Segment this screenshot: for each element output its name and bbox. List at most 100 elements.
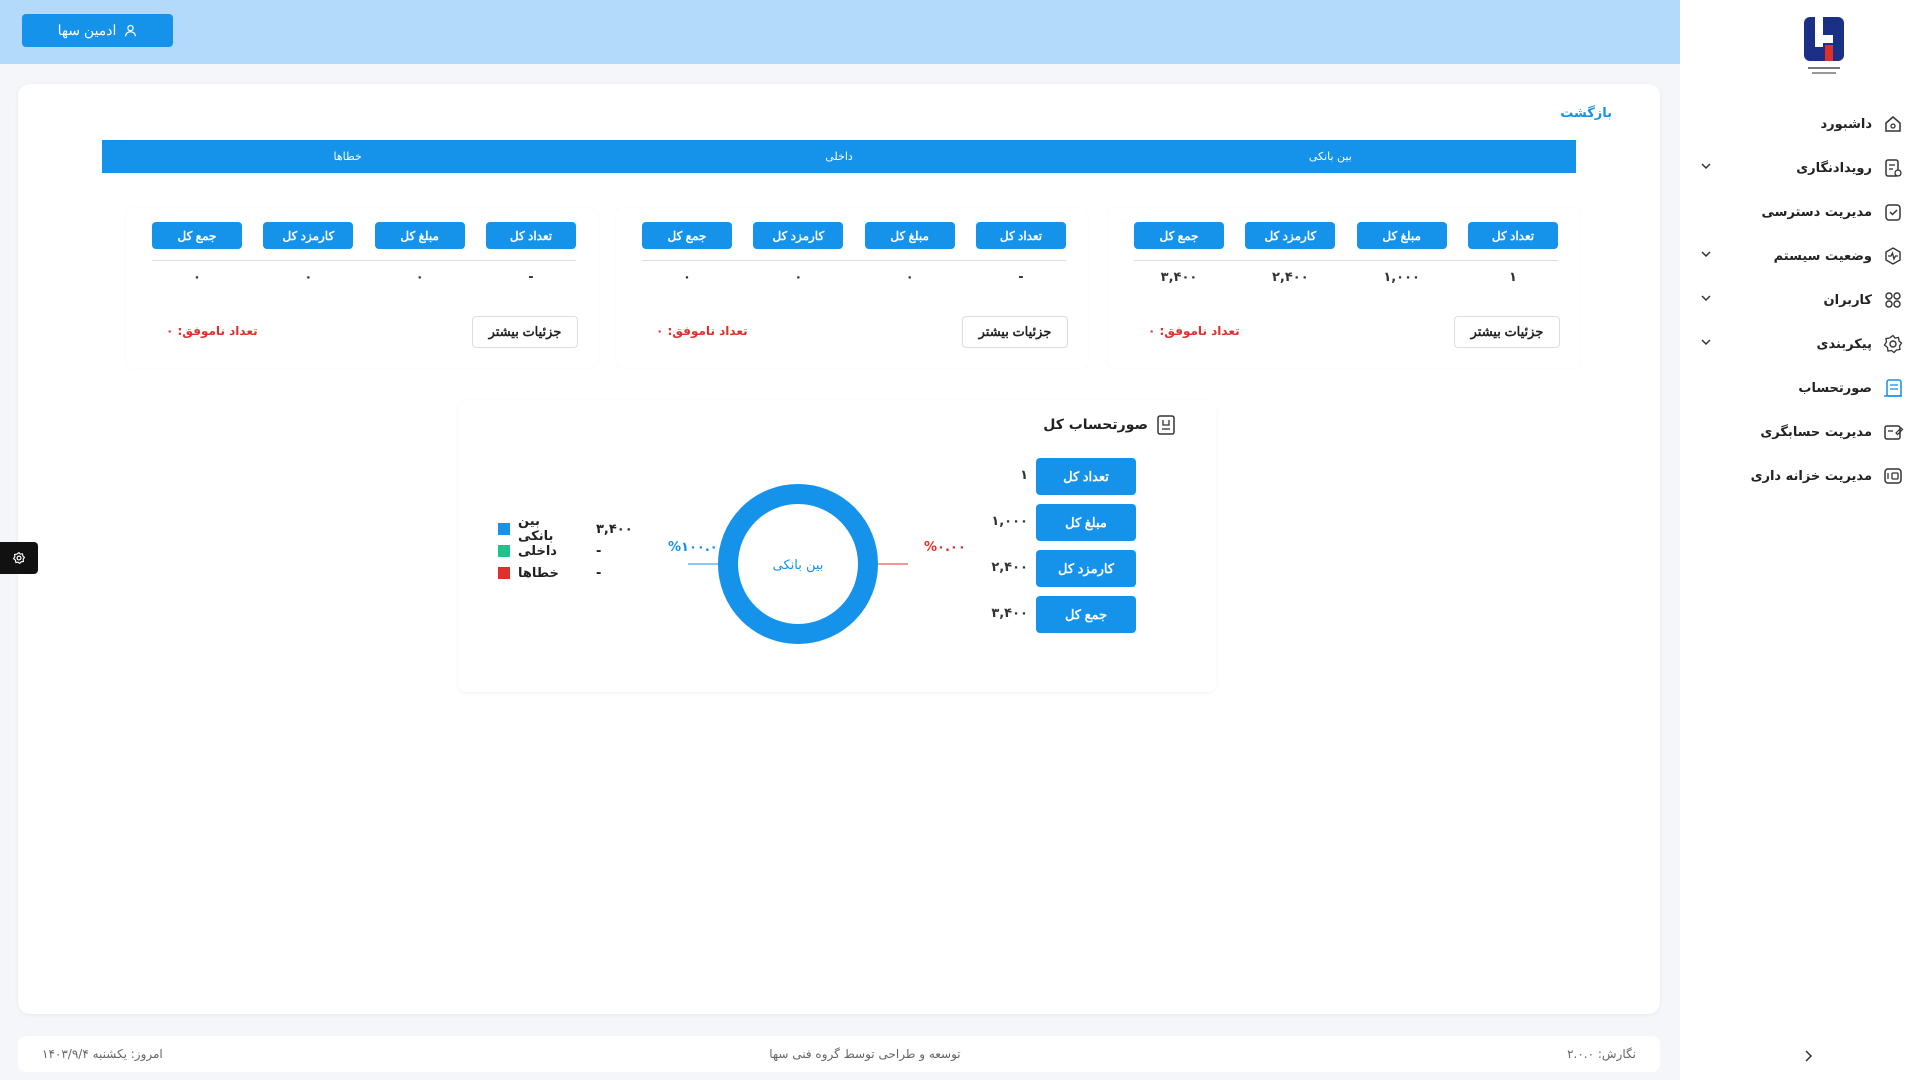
footer-date: امروز: یکشنبه ۱۴۰۳/۹/۴: [42, 1047, 163, 1061]
total-fee-value: ۲,۴۰۰: [1271, 270, 1309, 285]
total-count-value: ۱: [1509, 270, 1517, 285]
chevron-right-icon[interactable]: [1800, 1048, 1816, 1064]
edit-card-icon: [1884, 425, 1904, 440]
total-amount-value: ۰: [415, 270, 424, 285]
sidebar-item-users[interactable]: کاربران: [1680, 278, 1920, 322]
total-amount-button[interactable]: مبلغ کل: [374, 222, 465, 249]
legend-label: بین بانکی: [518, 514, 554, 544]
summary-row: تعداد کل: [1036, 458, 1136, 495]
total-count-button[interactable]: تعداد کل: [975, 222, 1066, 249]
chevron-down-icon: [1701, 163, 1711, 170]
total-amount-button[interactable]: مبلغ کل: [1356, 222, 1447, 249]
grand-total-button[interactable]: جمع کل: [642, 222, 732, 249]
legend-item: داخلی -: [498, 540, 638, 562]
donut-svg: بین بانکی: [688, 484, 908, 644]
total-count-value: -: [528, 270, 534, 285]
footer-version: نگارش: ۲.۰.۰: [1567, 1047, 1636, 1061]
summary-card: صورتحساب کل تعداد کل ۱ مبلغ کل ۱,۰۰۰ کار…: [458, 400, 1216, 692]
log-icon: [1885, 159, 1902, 177]
sidebar-item-dashboard[interactable]: داشبورد: [1680, 102, 1920, 146]
summary-grand-total-button[interactable]: جمع کل: [1036, 596, 1136, 633]
gear-icon: [12, 551, 26, 565]
more-details-button[interactable]: جزئیات بیشتر: [962, 316, 1068, 348]
more-details-button[interactable]: جزئیات بیشتر: [1454, 316, 1560, 348]
total-count-button[interactable]: تعداد کل: [1467, 222, 1558, 249]
legend-label: داخلی: [518, 543, 557, 559]
summary-title-text: صورتحساب کل: [1043, 417, 1148, 433]
summary-total-fee-button[interactable]: کارمزد کل: [1036, 550, 1136, 587]
total-count-value: -: [1018, 270, 1024, 285]
sidebar-item-label: مدیریت دسترسی: [1761, 204, 1872, 220]
total-fee-value: ۰: [794, 270, 803, 285]
footer-credit: توسعه و طراحی توسط گروه فنی سها: [769, 1047, 961, 1061]
total-fee-button[interactable]: کارمزد کل: [263, 222, 354, 249]
footer: امروز: یکشنبه ۱۴۰۳/۹/۴ توسعه و طراحی توس…: [18, 1036, 1660, 1072]
failed-count: تعداد ناموفق: ۰: [166, 324, 258, 338]
donut-pct-left: %۱۰۰.۰۰: [668, 540, 726, 555]
grand-total-button[interactable]: جمع کل: [1134, 222, 1224, 249]
sidebar-item-system-status[interactable]: وضعیت سیستم: [1680, 234, 1920, 278]
chevron-down-icon: [1701, 251, 1711, 258]
grand-total-button[interactable]: جمع کل: [152, 222, 242, 249]
legend-swatch: [498, 545, 510, 557]
summary-total-count-button[interactable]: تعداد کل: [1036, 458, 1136, 495]
legend-item: بین بانکی ۳,۴۰۰: [498, 514, 638, 544]
sidebar-item-label: رویدادنگاری: [1796, 160, 1872, 176]
sidebar-item-configuration[interactable]: پیکربندی: [1680, 322, 1920, 366]
sidebar-item-label: کاربران: [1823, 292, 1872, 308]
access-check-icon: [1885, 204, 1901, 221]
statement-icon: [1884, 379, 1902, 397]
legend-value: ۳,۴۰۰: [596, 521, 633, 537]
sidebar-nav: داشبورد رویدادنگاری مدیریت دسترسی وضعیت …: [1680, 102, 1920, 498]
grand-total-value: ۰: [683, 270, 691, 285]
sidebar-item-event-logging[interactable]: رویدادنگاری: [1680, 146, 1920, 190]
total-amount-value: ۱,۰۰۰: [1383, 270, 1420, 285]
more-details-button[interactable]: جزئیات بیشتر: [472, 316, 578, 348]
divider: [642, 260, 1066, 261]
sidebar-item-accounting-management[interactable]: مدیریت حسابگری: [1680, 410, 1920, 454]
chevron-down-icon: [1701, 339, 1711, 346]
summary-total-fee-value: ۲,۴۰۰: [991, 560, 1028, 575]
users-icon: [1885, 292, 1901, 308]
tab-errors[interactable]: خطاها: [102, 140, 593, 173]
panel-interbank: تعداد کل مبلغ کل کارمزد کل جمع کل ۱ ۱,۰۰…: [1108, 208, 1580, 368]
top-header: ادمین سها: [0, 0, 1680, 64]
sidebar-item-label: داشبورد: [1820, 116, 1872, 132]
tab-bar: بین بانکی داخلی خطاها: [102, 140, 1576, 173]
admin-user-button[interactable]: ادمین سها: [22, 14, 173, 47]
sidebar-item-statement[interactable]: صورتحساب: [1680, 366, 1920, 410]
legend-label: خطاها: [518, 565, 559, 581]
settings-button[interactable]: [0, 542, 38, 574]
total-count-button[interactable]: تعداد کل: [485, 222, 576, 249]
bank-logo: [1804, 17, 1844, 74]
summary-total-amount-button[interactable]: مبلغ کل: [1036, 504, 1136, 541]
home-icon: [1885, 116, 1901, 132]
total-fee-button[interactable]: کارمزد کل: [1245, 222, 1336, 249]
sidebar: داشبورد رویدادنگاری مدیریت دسترسی وضعیت …: [1680, 0, 1920, 1080]
sidebar-item-treasury-management[interactable]: مدیریت خزانه داری: [1680, 454, 1920, 498]
total-fee-button[interactable]: کارمزد کل: [753, 222, 844, 249]
sidebar-item-label: مدیریت حسابگری: [1760, 424, 1872, 440]
sidebar-item-access-management[interactable]: مدیریت دسترسی: [1680, 190, 1920, 234]
chart-legend: بین بانکی ۳,۴۰۰ داخلی - خطاها -: [498, 514, 638, 584]
summary-row: جمع کل: [1036, 596, 1136, 633]
sidebar-item-label: وضعیت سیستم: [1773, 248, 1872, 264]
donut-chart: بین بانکی: [688, 454, 908, 674]
user-icon: [125, 24, 137, 37]
sidebar-item-label: صورتحساب: [1798, 380, 1872, 396]
grand-total-value: ۰: [193, 270, 201, 285]
panel-internal: تعداد کل مبلغ کل کارمزد کل جمع کل - ۰ ۰ …: [616, 208, 1088, 368]
total-amount-value: ۰: [905, 270, 914, 285]
tab-internal[interactable]: داخلی: [593, 140, 1084, 173]
failed-count: تعداد ناموفق: ۰: [1148, 324, 1240, 338]
donut-pct-right: %۰.۰۰: [924, 540, 966, 555]
failed-count: تعداد ناموفق: ۰: [656, 324, 748, 338]
tab-interbank[interactable]: بین بانکی: [1085, 140, 1576, 173]
main-content: بازگشت بین بانکی داخلی خطاها تعداد کل مب…: [18, 84, 1660, 1014]
grand-total-value: ۳,۴۰۰: [1160, 270, 1198, 285]
back-link[interactable]: بازگشت: [1560, 106, 1612, 121]
total-amount-button[interactable]: مبلغ کل: [864, 222, 955, 249]
divider: [152, 260, 576, 261]
pulse-icon: [1885, 247, 1901, 265]
admin-label: ادمین سها: [57, 22, 117, 38]
